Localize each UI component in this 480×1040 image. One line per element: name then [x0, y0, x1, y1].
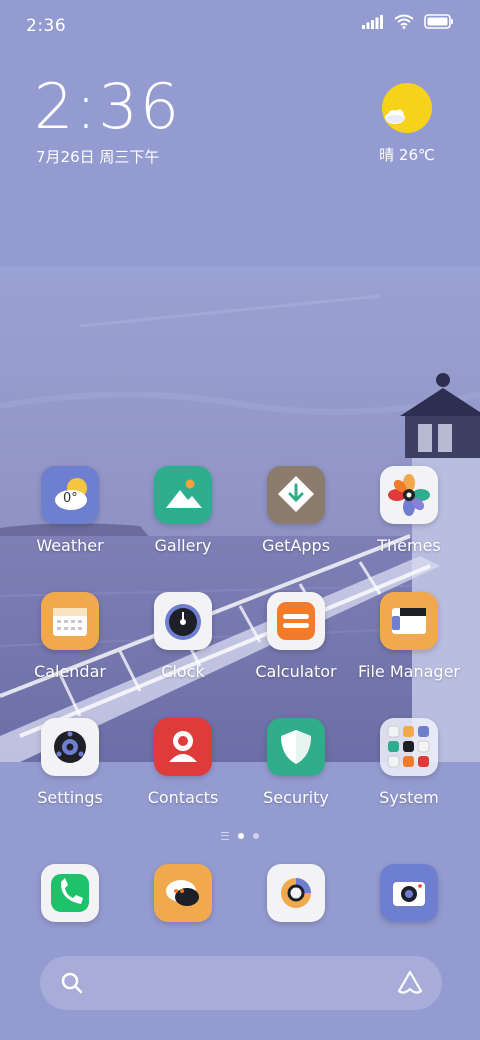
weather-temp-badge: 0°: [63, 491, 78, 506]
status-time: 2:36: [26, 16, 67, 36]
dock-phone[interactable]: [15, 864, 125, 922]
signal-icon: [362, 14, 384, 33]
app-label: Settings: [37, 788, 103, 807]
app-label: Contacts: [147, 788, 219, 807]
system-folder-icon: [380, 718, 438, 776]
camera-icon: [380, 864, 438, 922]
app-contacts[interactable]: Contacts: [128, 718, 238, 807]
messaging-icon: [154, 864, 212, 922]
app-file-manager[interactable]: File Manager: [354, 592, 464, 681]
themes-icon: [380, 466, 438, 524]
app-label: GetApps: [261, 536, 331, 555]
app-label: Weather: [36, 536, 104, 555]
file-manager-icon: [380, 592, 438, 650]
getapps-icon: [267, 466, 325, 524]
page-dot: [253, 833, 259, 839]
app-label: Clock: [161, 662, 205, 681]
dock-messaging[interactable]: [128, 864, 238, 922]
app-calendar[interactable]: Calendar: [15, 592, 125, 681]
gallery-icon: [154, 466, 212, 524]
app-label: Calculator: [255, 662, 337, 681]
app-calculator[interactable]: Calculator: [241, 592, 351, 681]
app-system-folder[interactable]: System: [354, 718, 464, 807]
calendar-icon: [41, 592, 99, 650]
app-gallery[interactable]: Gallery: [128, 466, 238, 555]
battery-icon: [424, 14, 454, 33]
app-settings[interactable]: Settings: [15, 718, 125, 807]
page-dot-active: [238, 833, 244, 839]
clock-icon: [154, 592, 212, 650]
clock-widget-time[interactable]: 2:36: [34, 76, 181, 138]
app-label: Security: [263, 788, 329, 807]
search-bar[interactable]: [40, 956, 442, 1010]
app-themes[interactable]: Themes: [354, 466, 464, 555]
phone-icon: [41, 864, 99, 922]
settings-icon: [41, 718, 99, 776]
app-label: Calendar: [34, 662, 106, 681]
weather-icon: 0°: [41, 466, 99, 524]
app-clock[interactable]: Clock: [128, 592, 238, 681]
app-label: Themes: [377, 536, 441, 555]
app-label: Gallery: [154, 536, 212, 555]
app-label: File Manager: [358, 662, 460, 681]
wifi-icon: [394, 14, 414, 33]
contacts-icon: [154, 718, 212, 776]
page-indicator[interactable]: [200, 830, 280, 842]
status-bar: 2:36: [0, 0, 480, 50]
app-getapps[interactable]: GetApps: [241, 466, 351, 555]
app-label: System: [379, 788, 439, 807]
security-icon: [267, 718, 325, 776]
clock-widget-date: 7月26日 周三下午: [36, 148, 160, 166]
weather-widget[interactable]: 晴 26℃: [372, 82, 442, 165]
app-security[interactable]: Security: [241, 718, 351, 807]
browser-icon: [267, 864, 325, 922]
app-weather[interactable]: 0° Weather: [15, 466, 125, 555]
assistant-icon[interactable]: [396, 969, 424, 1001]
weather-summary: 晴 26℃: [379, 146, 435, 164]
sunny-cloud-icon: [381, 82, 433, 134]
search-icon[interactable]: [60, 971, 84, 999]
calculator-icon: [267, 592, 325, 650]
dock-camera[interactable]: [354, 864, 464, 922]
status-icons: [362, 14, 454, 33]
dock-browser[interactable]: [241, 864, 351, 922]
page-indicator-lines-icon: [221, 832, 229, 840]
